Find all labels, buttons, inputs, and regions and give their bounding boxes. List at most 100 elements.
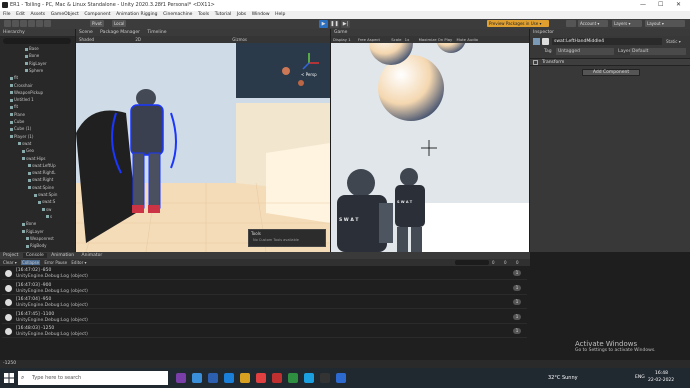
account-button[interactable]: Account ▾ — [578, 20, 608, 27]
menu-cinemachine[interactable]: Cinemachine — [163, 11, 192, 19]
minimize-button[interactable]: — — [640, 1, 646, 8]
status-message[interactable]: -1250 — [3, 361, 16, 366]
hierarchy-item[interactable]: Geo — [22, 148, 34, 153]
console-log-entry[interactable]: [16:47:45] -1100 UnityEngine.Debug:Log (o… — [2, 311, 527, 324]
add-component-button[interactable]: Add Component — [582, 69, 640, 76]
hierarchy-item[interactable]: Cube — [10, 119, 24, 124]
folder-icon[interactable] — [240, 373, 250, 383]
menu-edit[interactable]: Edit — [16, 11, 25, 19]
task-view-icon[interactable] — [176, 373, 186, 383]
menu-tools[interactable]: Tools — [198, 11, 209, 19]
weather-text[interactable]: 32°C Sunny — [548, 375, 578, 381]
error-pause-toggle[interactable]: Error Pause — [44, 260, 67, 265]
2d-toggle[interactable]: 2D — [135, 37, 141, 42]
edge-icon[interactable] — [192, 373, 202, 383]
scale-tool-icon[interactable] — [28, 20, 35, 27]
hierarchy-item[interactable]: fit — [10, 75, 18, 80]
rotate-tool-icon[interactable] — [20, 20, 27, 27]
transform-tool-icon[interactable] — [44, 20, 51, 27]
log-count[interactable]: 0 — [492, 259, 495, 266]
menu-component[interactable]: Component — [84, 11, 110, 19]
hierarchy-item[interactable]: Base — [25, 46, 39, 51]
scale-value[interactable]: 1x — [405, 37, 410, 42]
hierarchy-item[interactable]: Bone — [22, 221, 36, 226]
hierarchy-item[interactable]: Sphere — [25, 68, 43, 73]
mute-audio-toggle[interactable]: Mute Audio — [457, 37, 479, 42]
tag-dropdown[interactable]: Untagged — [556, 48, 614, 55]
tab-animator[interactable]: Animator — [79, 253, 106, 258]
brave-icon[interactable] — [256, 373, 266, 383]
hierarchy-item[interactable]: swat:Spine — [28, 185, 54, 190]
console-search[interactable] — [455, 260, 489, 265]
close-button[interactable]: ✕ — [676, 1, 681, 8]
hierarchy-item[interactable]: swat:Hips — [22, 156, 45, 161]
layers-button[interactable]: Layers ▾ — [612, 20, 642, 27]
scene-view[interactable]: Scene Package Manager Timeline Shaded 2D… — [76, 29, 330, 252]
menu-file[interactable]: File — [3, 11, 11, 19]
play-button[interactable]: ▶ — [319, 20, 328, 28]
gizmos-dropdown[interactable]: Gizmos — [232, 37, 247, 42]
console-log-entry[interactable]: [16:48:03] -1250 UnityEngine.Debug:Log (o… — [2, 325, 527, 338]
transform-header[interactable]: Transform — [530, 58, 690, 66]
store-icon[interactable] — [224, 373, 234, 383]
windows-start-icon[interactable] — [4, 373, 14, 383]
hierarchy-item[interactable]: Cube (1) — [10, 126, 31, 131]
hierarchy-item[interactable]: fit — [10, 104, 18, 109]
shading-dropdown[interactable]: Shaded — [79, 37, 94, 42]
game-view[interactable]: Game Display 1 Free Aspect Scale 1x Maxi… — [331, 29, 529, 252]
menu-assets[interactable]: Assets — [30, 11, 45, 19]
menu-jobs[interactable]: Jobs — [237, 11, 246, 19]
warning-count[interactable]: 0 — [504, 259, 507, 266]
file-explorer-icon[interactable] — [208, 373, 218, 383]
menu-gameobject[interactable]: GameObject — [51, 11, 79, 19]
tab-project[interactable]: Project — [0, 253, 21, 258]
hierarchy-item[interactable]: swat — [18, 141, 31, 146]
display-dropdown[interactable]: Display 1 — [333, 37, 351, 42]
pause-button[interactable]: ❚❚ — [330, 20, 339, 28]
tab-animation[interactable]: Animation — [48, 253, 77, 258]
menu-animation-rigging[interactable]: Animation Rigging — [116, 11, 157, 19]
perspective-label[interactable]: < Persp — [301, 72, 317, 77]
console-log-entry[interactable]: [16:47:02] -850 UnityEngine.Debug:Log (ob… — [2, 267, 527, 280]
tab-timeline[interactable]: Timeline — [144, 30, 169, 35]
hierarchy-item[interactable]: Weaponrest — [26, 236, 54, 241]
hierarchy-item[interactable]: swat:Spin — [34, 192, 57, 197]
menu-tutorial[interactable]: Tutorial — [215, 11, 232, 19]
object-name-field[interactable]: swat:LeftHandMiddle4 — [552, 38, 662, 45]
hierarchy-item[interactable]: Bone — [25, 53, 39, 58]
maximize-button[interactable]: ☐ — [658, 1, 663, 8]
hierarchy-item[interactable]: RigLayer — [22, 229, 44, 234]
hierarchy-item[interactable]: Crosshair — [10, 83, 33, 88]
hierarchy-tab[interactable]: Hierarchy — [0, 29, 75, 36]
menu-help[interactable]: Help — [275, 11, 285, 19]
opera-icon[interactable] — [272, 373, 282, 383]
editor-dropdown[interactable]: Editor ▾ — [71, 260, 86, 265]
hierarchy-item[interactable]: swat:S — [38, 199, 55, 204]
step-button[interactable]: ▶| — [341, 20, 350, 28]
hierarchy-item[interactable]: Player (1) — [10, 134, 33, 139]
tab-game[interactable]: Game — [331, 30, 350, 35]
vscode-icon[interactable] — [336, 373, 346, 383]
hierarchy-item[interactable]: sw — [42, 207, 51, 212]
hierarchy-item[interactable]: s — [46, 214, 52, 219]
console-log-entry[interactable]: [16:47:04] -950 UnityEngine.Debug:Log (ob… — [2, 296, 527, 309]
collab-icon[interactable] — [566, 20, 576, 27]
inspector-tab[interactable]: Inspector — [530, 29, 690, 36]
hierarchy-item[interactable]: swat:Right — [28, 177, 53, 182]
error-count[interactable]: 0 — [516, 259, 519, 266]
local-button[interactable]: Local — [112, 20, 127, 27]
move-tool-icon[interactable] — [12, 20, 19, 27]
layout-button[interactable]: Layout ▾ — [645, 20, 685, 27]
collapse-toggle[interactable]: Collapse — [21, 260, 41, 265]
taskbar-search[interactable]: ⌕ Type here to search — [18, 371, 168, 385]
mail-icon[interactable] — [304, 373, 314, 383]
console-log-entry[interactable]: [16:47:03] -900 UnityEngine.Debug:Log (ob… — [2, 282, 527, 295]
hierarchy-item[interactable]: RigBody — [26, 243, 47, 248]
excel-icon[interactable] — [288, 373, 298, 383]
clear-button[interactable]: Clear ▾ — [3, 260, 17, 265]
rect-tool-icon[interactable] — [36, 20, 43, 27]
layer-dropdown[interactable]: Default — [630, 48, 686, 55]
hierarchy-search[interactable] — [3, 38, 71, 44]
preview-packages-button[interactable]: Preview Packages in Use ▾ — [487, 20, 549, 27]
hierarchy-item[interactable]: WeaponPickup — [10, 90, 43, 95]
